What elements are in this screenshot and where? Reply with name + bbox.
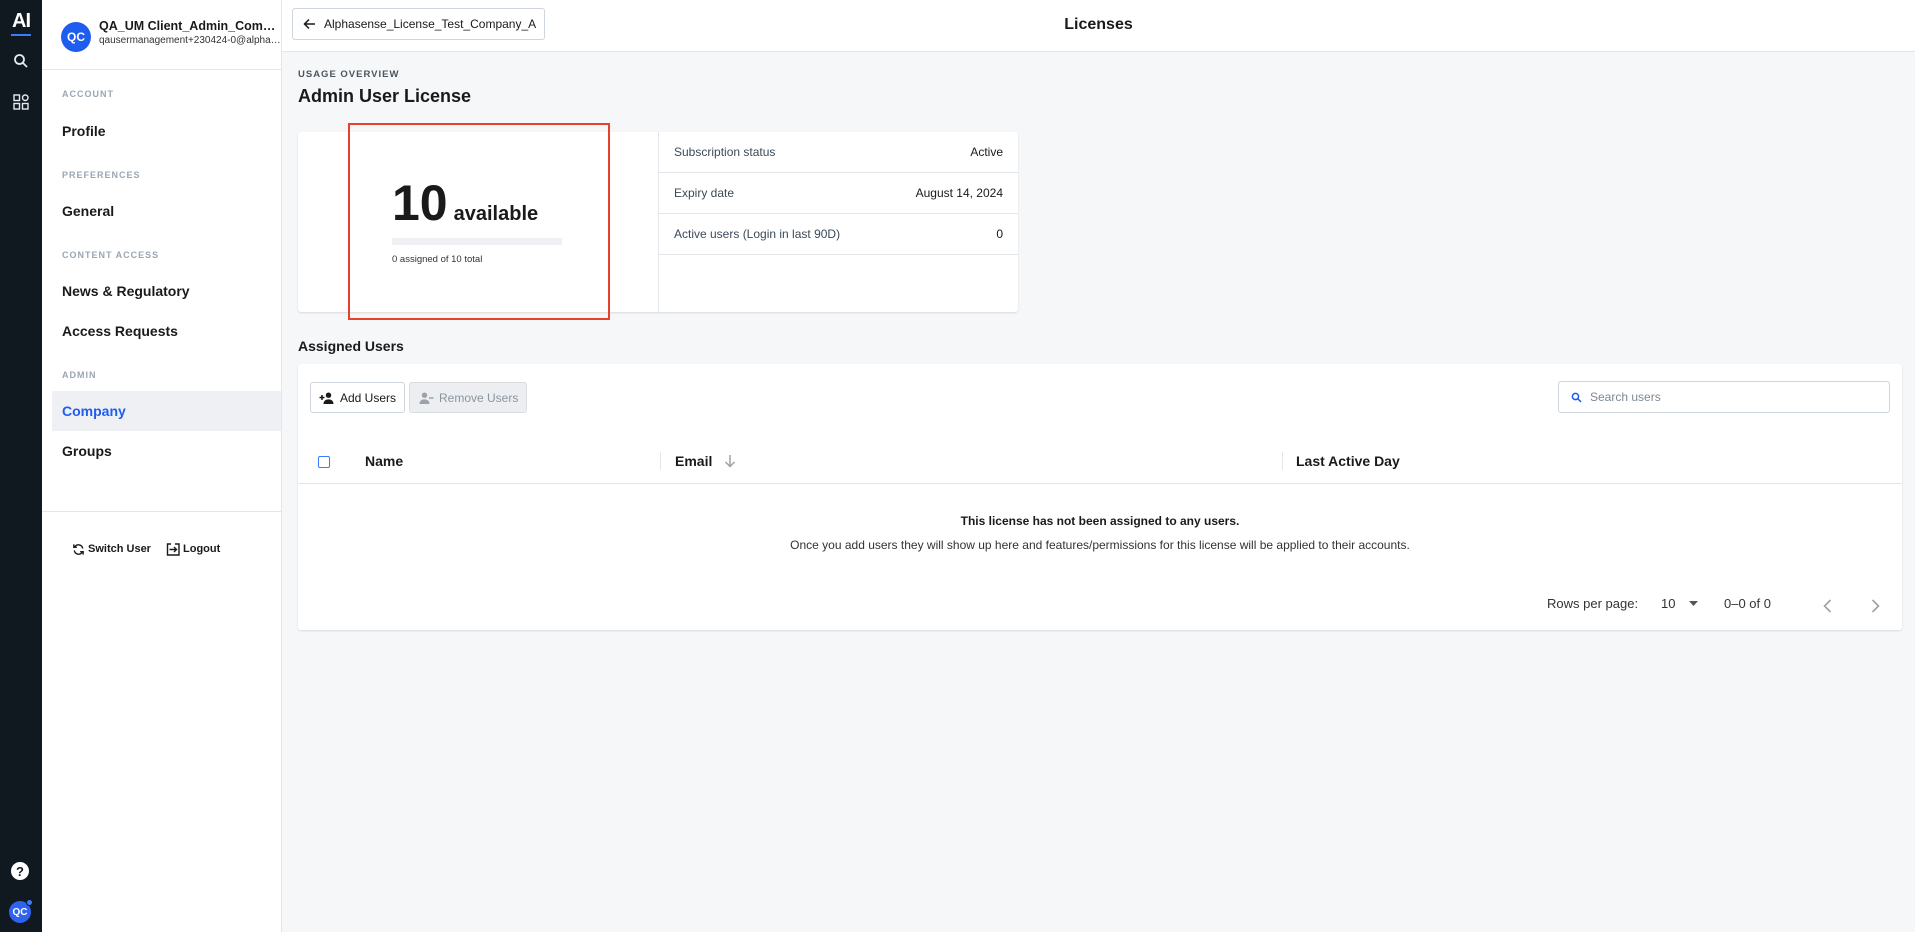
pagination-range: 0–0 of 0 bbox=[1724, 596, 1771, 611]
user-avatar-initials: QC bbox=[12, 906, 28, 918]
logout-button[interactable]: Logout bbox=[166, 540, 220, 558]
sidebar-item-company[interactable]: Company bbox=[52, 391, 281, 431]
add-users-label: Add Users bbox=[340, 390, 397, 405]
user-email: qausermanagement+230424-0@alpha-sense.co… bbox=[99, 35, 281, 46]
expiry-date-row: Expiry date August 14, 2024 bbox=[659, 173, 1018, 214]
empty-state-title: This license has not been assigned to an… bbox=[960, 514, 1240, 528]
switch-user-button[interactable]: Switch User bbox=[72, 540, 151, 558]
sidebar-item-profile[interactable]: Profile bbox=[52, 111, 281, 151]
switch-user-icon bbox=[73, 543, 84, 555]
remove-users-label: Remove Users bbox=[439, 390, 519, 405]
column-separator bbox=[660, 452, 661, 470]
search-icon bbox=[1571, 392, 1582, 403]
switch-user-label: Switch User bbox=[88, 543, 151, 555]
apps-grid-icon[interactable] bbox=[0, 87, 42, 117]
rows-per-page-select[interactable]: 10 bbox=[1661, 596, 1699, 611]
column-header-email[interactable]: Email bbox=[675, 453, 712, 469]
expiry-date-value: August 14, 2024 bbox=[915, 186, 1003, 200]
search-input[interactable]: Search users bbox=[1558, 381, 1890, 413]
logout-label: Logout bbox=[183, 543, 221, 555]
dropdown-caret-icon bbox=[1689, 601, 1699, 606]
add-users-button[interactable]: Add Users bbox=[310, 382, 406, 413]
remove-users-button[interactable]: Remove Users bbox=[409, 382, 528, 413]
empty-state-description: Once you add users they will show up her… bbox=[790, 538, 1410, 552]
section-label-account: ACCOUNT bbox=[62, 89, 114, 99]
subscription-status-row: Subscription status Active bbox=[659, 132, 1018, 173]
help-icon[interactable]: ? bbox=[11, 862, 29, 880]
logout-icon bbox=[166, 542, 180, 556]
sort-arrow-down-icon[interactable] bbox=[724, 454, 736, 468]
app-rail: AI ? QC bbox=[0, 0, 42, 932]
profile-header: QC QA_UM Client_Admin_Company_A qauserma… bbox=[42, 0, 281, 70]
select-all-checkbox[interactable] bbox=[318, 456, 330, 468]
sidebar-item-groups[interactable]: Groups bbox=[52, 431, 281, 471]
users-table-header: Name Email Last Active Day bbox=[298, 438, 1902, 484]
settings-sidebar: QC QA_UM Client_Admin_Company_A qauserma… bbox=[42, 0, 282, 932]
highlight-annotation-box bbox=[348, 123, 610, 320]
rows-per-page-label: Rows per page: bbox=[1547, 596, 1639, 611]
rows-per-page-value: 10 bbox=[1661, 596, 1676, 611]
sidebar-item-news-regulatory[interactable]: News & Regulatory bbox=[52, 271, 281, 311]
license-title: Admin User License bbox=[298, 86, 472, 106]
chevron-left-icon[interactable] bbox=[1823, 599, 1832, 613]
section-label-preferences: PREFERENCES bbox=[62, 170, 141, 180]
back-to-company-button[interactable]: Alphasense_License_Test_Company_A bbox=[292, 8, 546, 40]
alphasense-logo[interactable]: AI bbox=[0, 10, 42, 36]
section-label-admin: ADMIN bbox=[62, 370, 97, 380]
column-separator bbox=[1282, 452, 1283, 470]
sidebar-item-general[interactable]: General bbox=[52, 191, 281, 231]
search-icon[interactable] bbox=[0, 46, 42, 76]
add-user-icon bbox=[319, 392, 334, 404]
chevron-right-icon[interactable] bbox=[1871, 599, 1880, 613]
arrow-left-icon bbox=[303, 18, 315, 30]
user-name: QA_UM Client_Admin_Company_A bbox=[99, 19, 281, 33]
section-label-content-access: CONTENT ACCESS bbox=[62, 250, 160, 260]
assigned-users-card: Add Users Remove Users Search users Name… bbox=[298, 364, 1902, 630]
sidebar-divider bbox=[42, 511, 281, 512]
detail-key: Expiry date bbox=[674, 186, 735, 200]
column-header-name[interactable]: Name bbox=[365, 453, 403, 469]
page-header: Licenses Alphasense_License_Test_Company… bbox=[282, 0, 1915, 52]
assigned-users-title: Assigned Users bbox=[298, 338, 404, 354]
active-users-row: Active users (Login in last 90D) 0 bbox=[659, 214, 1018, 255]
detail-key: Subscription status bbox=[674, 145, 776, 159]
subscription-status-value: Active bbox=[970, 145, 1003, 159]
remove-user-icon bbox=[419, 392, 434, 404]
usage-overview-label: USAGE OVERVIEW bbox=[298, 69, 400, 80]
avatar: QC bbox=[61, 22, 91, 52]
detail-key: Active users (Login in last 90D) bbox=[674, 227, 841, 241]
search-placeholder: Search users bbox=[1590, 390, 1661, 404]
active-users-value: 0 bbox=[996, 227, 1003, 241]
back-button-label: Alphasense_License_Test_Company_A bbox=[324, 17, 537, 31]
sidebar-item-access-requests[interactable]: Access Requests bbox=[52, 311, 281, 351]
notification-dot bbox=[26, 899, 33, 906]
user-avatar-rail[interactable]: QC bbox=[9, 899, 33, 923]
column-header-last-active-day[interactable]: Last Active Day bbox=[1296, 453, 1400, 469]
